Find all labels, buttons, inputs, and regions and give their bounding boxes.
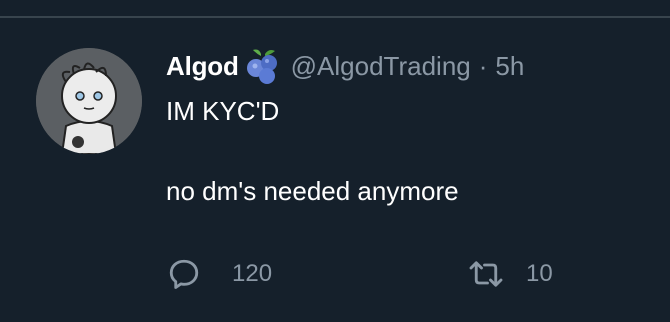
tweet-text-spacer	[166, 128, 656, 174]
tweet-text: IM KYC'D no dm's needed anymore	[166, 94, 656, 208]
tweet-screenshot: Algod @AlgodTrading · 5h IM KYC'D no dm'…	[0, 0, 670, 322]
display-name[interactable]: Algod	[166, 51, 239, 82]
tweet-text-line: IM KYC'D	[166, 96, 280, 126]
tweet-body: Algod @AlgodTrading · 5h IM KYC'D no dm'…	[166, 46, 656, 208]
avatar[interactable]	[36, 48, 142, 154]
separator-dot: ·	[478, 50, 488, 81]
handle[interactable]: @AlgodTrading	[291, 51, 471, 82]
reply-button[interactable]: 120	[166, 254, 272, 294]
retweet-icon	[469, 261, 503, 287]
top-divider	[0, 16, 670, 18]
reply-icon	[169, 259, 199, 289]
retweet-count: 10	[526, 260, 553, 287]
tweet-header: Algod @AlgodTrading · 5h	[166, 46, 656, 86]
avatar-cartoon-icon	[36, 48, 142, 154]
timestamp[interactable]: 5h	[495, 51, 524, 82]
retweet-button[interactable]: 10	[466, 254, 553, 294]
reply-count: 120	[232, 260, 273, 287]
tweet-actions: 120 10	[166, 254, 646, 294]
tweet-text-line: no dm's needed anymore	[166, 176, 459, 206]
blueberry-icon	[243, 46, 283, 86]
